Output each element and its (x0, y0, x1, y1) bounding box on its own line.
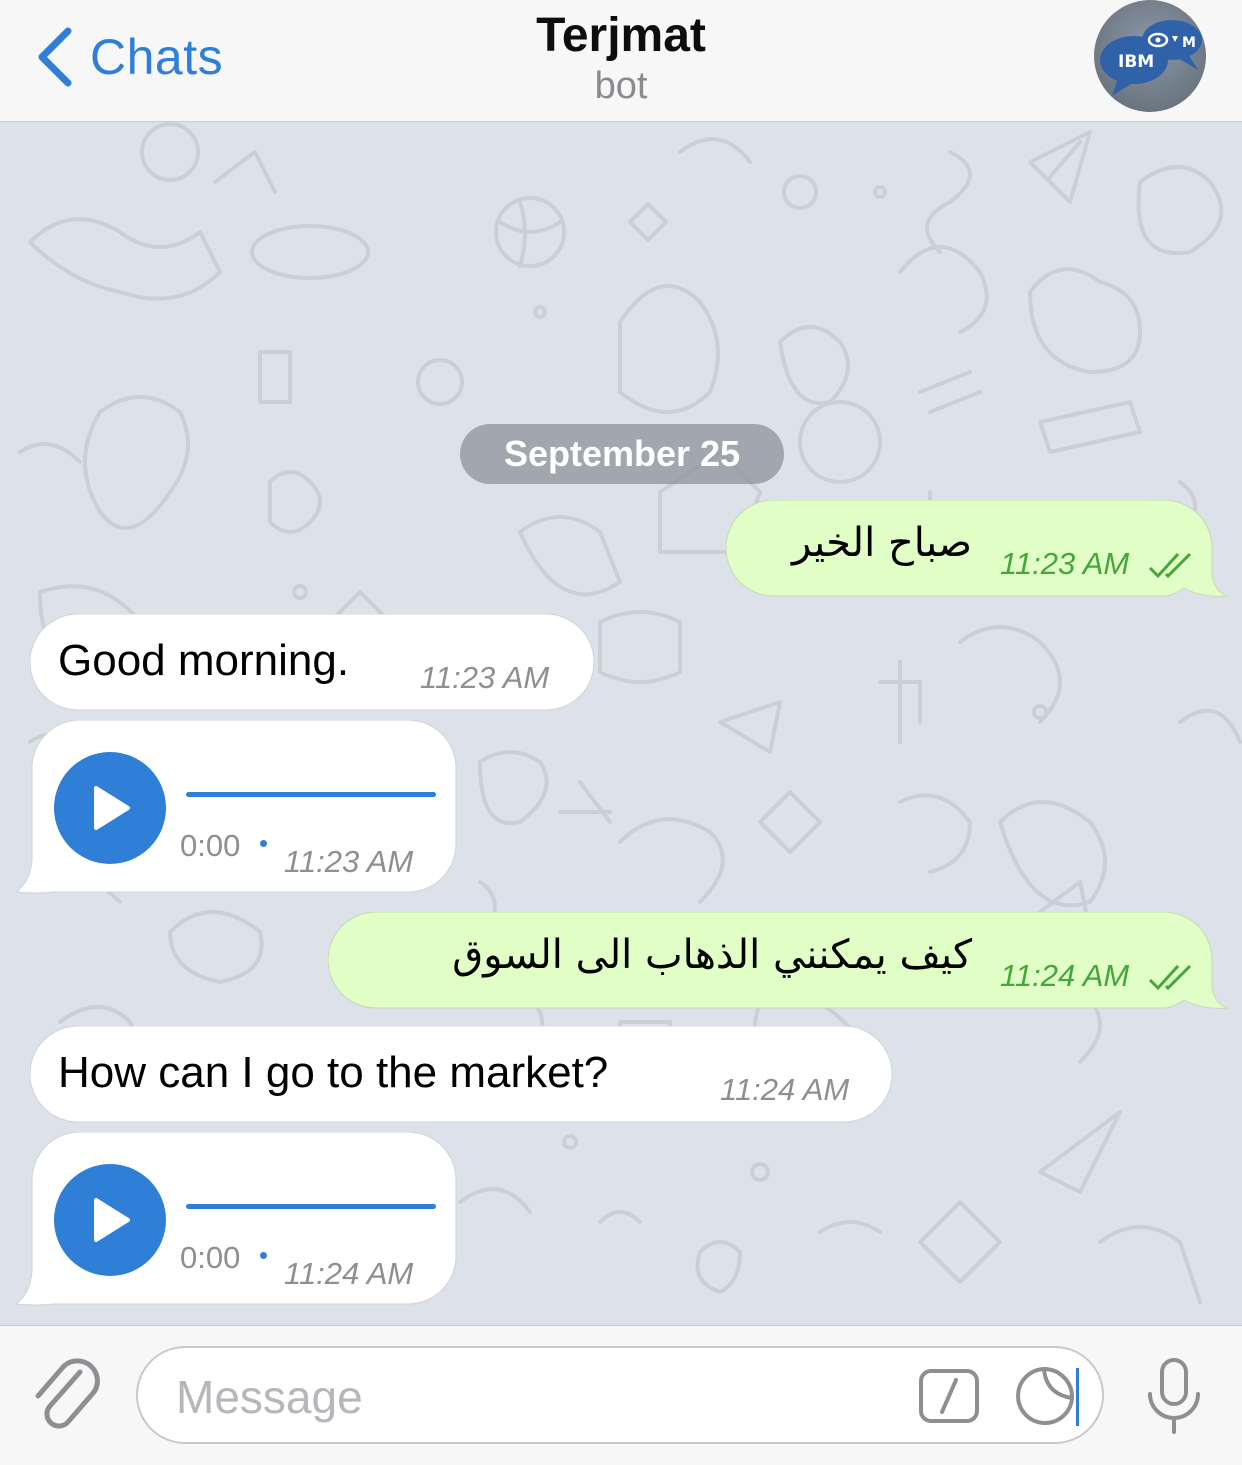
date-separator: September 25 (460, 424, 784, 484)
voice-waveform[interactable] (186, 792, 436, 797)
chat-title: Terjmat (536, 9, 706, 62)
ibm-logo: IBM M (1100, 20, 1202, 96)
message-time: 11:24 AM (1000, 958, 1130, 993)
bot-commands-button[interactable] (918, 1368, 980, 1429)
incoming-message[interactable]: How can I go to the market? 11:24 AM (30, 1026, 894, 1124)
sticker-icon (1016, 1366, 1075, 1425)
message-time: 11:24 AM (284, 1256, 414, 1291)
message-text: How can I go to the market? (58, 1048, 609, 1097)
play-button[interactable] (54, 1164, 166, 1276)
slash-command-icon (919, 1369, 979, 1423)
play-icon (94, 1198, 130, 1242)
message-time: 11:23 AM (420, 660, 550, 695)
voice-duration: 0:00 (180, 1240, 241, 1275)
message-time: 11:23 AM (284, 844, 414, 879)
voice-record-button[interactable] (1144, 1356, 1204, 1441)
microphone-icon (1148, 1358, 1200, 1434)
outgoing-message[interactable]: صباح الخير 11:23 AM (726, 500, 1228, 598)
message-input-bar: Message (0, 1325, 1242, 1465)
play-button[interactable] (54, 752, 166, 864)
svg-text:IBM: IBM (1118, 52, 1154, 72)
chat-header: Chats Terjmat bot IBM M (0, 0, 1242, 122)
chat-subtitle: bot (594, 65, 648, 107)
message-time: 11:24 AM (720, 1072, 850, 1107)
message-time: 11:23 AM (1000, 546, 1130, 581)
text-cursor (1076, 1368, 1079, 1426)
message-text: Good morning. (58, 636, 350, 685)
unplayed-indicator (260, 840, 267, 847)
message-text: صباح الخير (791, 520, 972, 566)
double-check-icon (1148, 964, 1192, 991)
incoming-voice-message[interactable]: 0:00 11:24 AM (14, 1132, 458, 1306)
paperclip-icon (35, 1358, 100, 1429)
message-input[interactable]: Message (136, 1346, 1104, 1444)
voice-duration: 0:00 (180, 828, 241, 863)
voice-waveform[interactable] (186, 1204, 436, 1209)
message-input-placeholder: Message (176, 1371, 363, 1423)
incoming-message[interactable]: Good morning. 11:23 AM (30, 614, 596, 712)
unplayed-indicator (260, 1252, 267, 1259)
outgoing-message[interactable]: كيف يمكنني الذهاب الى السوق 11:24 AM (328, 912, 1228, 1010)
message-text: كيف يمكنني الذهاب الى السوق (452, 932, 972, 978)
bot-avatar[interactable]: IBM M (1094, 0, 1206, 112)
incoming-voice-message[interactable]: 0:00 11:23 AM (14, 720, 458, 894)
sticker-button[interactable] (1014, 1364, 1078, 1433)
chat-title-area[interactable]: Terjmat bot (0, 6, 1242, 106)
play-icon (94, 786, 130, 830)
attach-button[interactable] (30, 1354, 104, 1439)
svg-text:M: M (1182, 35, 1196, 51)
double-check-icon (1148, 552, 1192, 579)
message-list[interactable]: September 25 صباح الخير 11:23 AM Good mo… (0, 122, 1242, 1325)
